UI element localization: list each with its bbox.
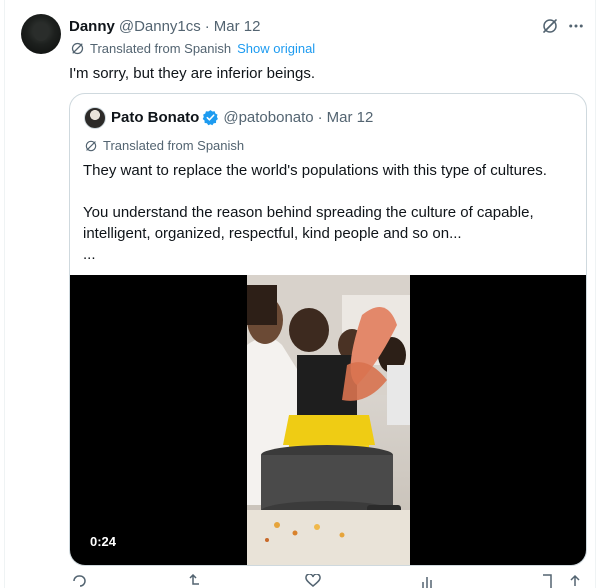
tweet-date[interactable]: Mar 12: [214, 18, 261, 35]
show-original-link[interactable]: Show original: [237, 41, 315, 56]
tweet-header: Danny @Danny1cs · Mar 12: [69, 16, 585, 36]
quote-author-avatar[interactable]: [84, 107, 106, 129]
quote-text: They want to replace the world's populat…: [83, 160, 573, 265]
quote-translation-notice: Translated from Spanish: [84, 138, 244, 153]
reply-icon[interactable]: [71, 574, 87, 588]
quoted-tweet[interactable]: Pato Bonato @patobonato · Mar 12 Transla…: [69, 93, 587, 566]
bookmark-icon[interactable]: [539, 574, 555, 588]
quote-author-name[interactable]: Pato Bonato: [111, 109, 199, 126]
verified-badge-icon: [203, 110, 219, 126]
grok-icon[interactable]: [541, 17, 559, 35]
quote-text-line: You understand the reason behind spreadi…: [83, 204, 534, 221]
video-frame: [247, 275, 410, 565]
video-duration: 0:24: [84, 532, 123, 551]
views-icon[interactable]: [421, 574, 437, 588]
quote-translated-label: Translated from Spanish: [103, 138, 245, 153]
quote-text-line: ...: [83, 246, 96, 263]
quote-date[interactable]: Mar 12: [327, 109, 374, 126]
translate-icon: [71, 42, 84, 55]
video-player[interactable]: 0:24: [70, 275, 586, 565]
author-name[interactable]: Danny: [69, 18, 115, 35]
more-icon[interactable]: [567, 17, 585, 35]
like-icon[interactable]: [305, 574, 321, 588]
timeline-border-right: [595, 0, 596, 588]
quote-author-handle[interactable]: @patobonato: [223, 109, 313, 126]
timeline-border-left: [4, 0, 5, 588]
translation-notice: Translated from Spanish Show original: [70, 41, 315, 56]
author-handle[interactable]: @Danny1cs: [119, 18, 201, 35]
quote-text-line: intelligent, organized, respectful, kind…: [83, 225, 462, 242]
quote-text-line: They want to replace the world's populat…: [83, 162, 547, 179]
share-icon[interactable]: [567, 574, 583, 588]
translated-label: Translated from Spanish: [90, 41, 232, 56]
separator-dot: ·: [204, 17, 210, 35]
author-avatar[interactable]: [21, 14, 61, 54]
repost-icon[interactable]: [187, 574, 203, 588]
quote-header: Pato Bonato @patobonato · Mar 12: [111, 109, 373, 126]
video-thumbnail: [247, 275, 410, 565]
tweet-text: I'm sorry, but they are inferior beings.: [69, 65, 316, 82]
quote-separator-dot: ·: [317, 109, 323, 126]
translate-icon: [85, 140, 97, 151]
tweet-actions: [69, 574, 589, 588]
